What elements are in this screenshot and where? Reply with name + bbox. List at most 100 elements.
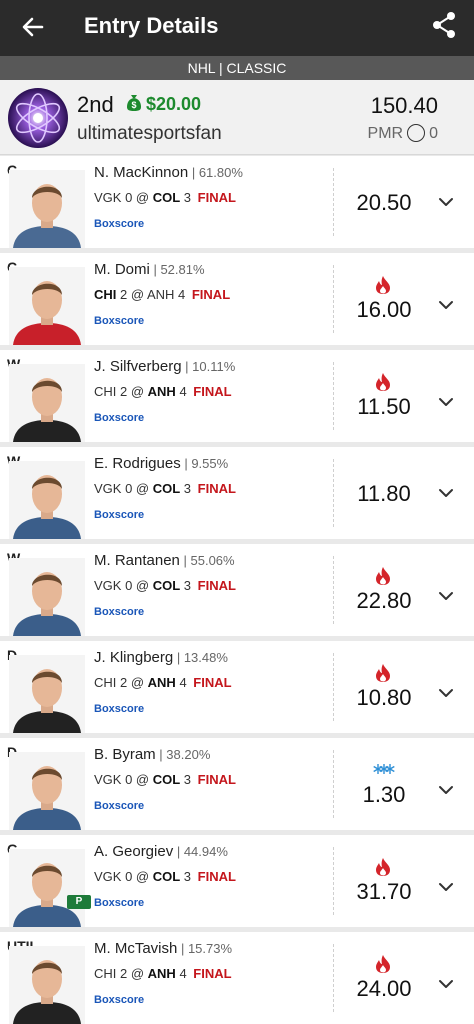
chevron-down-icon[interactable]: [436, 295, 456, 315]
divider: [333, 168, 334, 236]
score-home: 3: [180, 578, 195, 593]
ownership-separator: |: [173, 650, 184, 665]
player-name: M. McTavish: [94, 940, 178, 957]
boxscore-link[interactable]: Boxscore: [94, 315, 144, 327]
score-home: 3: [180, 772, 195, 787]
player-row[interactable]: GPA. Georgiev | 44.94%VGK 0 @ COL 3 FINA…: [0, 835, 474, 927]
fantasy-points: 31.70: [356, 879, 412, 904]
boxscore-link[interactable]: Boxscore: [94, 897, 144, 909]
player-row[interactable]: CM. Domi | 52.81%CHI 2 @ ANH 4 FINALBoxs…: [0, 253, 474, 345]
chevron-down-icon[interactable]: [436, 683, 456, 703]
player-row[interactable]: WM. Rantanen | 55.06%VGK 0 @ COL 3 FINAL…: [0, 544, 474, 636]
chevron-down-icon[interactable]: [436, 974, 456, 994]
player-photo: [9, 267, 85, 345]
divider: [333, 847, 334, 915]
game-status: FINAL: [197, 772, 236, 787]
top-app-bar: Entry Details: [0, 0, 474, 56]
team-home: COL: [152, 869, 181, 884]
player-photo: [9, 170, 85, 248]
contest-type-bar: NHL | CLASSIC: [0, 56, 474, 80]
divider: [333, 459, 334, 527]
team-home: COL: [152, 190, 181, 205]
player-name: E. Rodrigues: [94, 455, 181, 472]
score-away: 0 @: [121, 869, 153, 884]
divider: [333, 556, 334, 624]
game-status: FINAL: [193, 675, 232, 690]
game-score: CHI 2 @ ANH 4 FINAL: [94, 966, 232, 981]
boxscore-link[interactable]: Boxscore: [94, 218, 144, 230]
page-title: Entry Details: [84, 13, 219, 38]
boxscore-link[interactable]: Boxscore: [94, 703, 144, 715]
player-photo: [9, 946, 85, 1024]
ownership-percent: 61.80%: [198, 165, 243, 180]
team-away: VGK: [94, 481, 122, 496]
player-row[interactable]: UTILM. McTavish | 15.73%CHI 2 @ ANH 4 FI…: [0, 932, 474, 1024]
ownership-percent: 15.73%: [187, 941, 233, 956]
entry-total-score: 150.40: [370, 93, 438, 118]
chevron-down-icon[interactable]: [436, 192, 456, 212]
chevron-down-icon[interactable]: [436, 780, 456, 800]
pmr-label: PMR: [367, 125, 404, 142]
team-away: CHI: [94, 287, 117, 302]
fantasy-points: 1.30: [362, 782, 406, 807]
ownership-percent: 9.55%: [191, 456, 229, 471]
ownership-percent: 52.81%: [160, 262, 205, 277]
ownership-percent: 38.20%: [166, 747, 211, 762]
score-away: 2 @: [116, 384, 148, 399]
player-name-line: N. MacKinnon | 61.80%: [94, 164, 243, 181]
avatar: [8, 88, 68, 148]
team-away: VGK: [94, 578, 122, 593]
back-arrow-icon[interactable]: [18, 12, 48, 42]
ownership-separator: |: [181, 359, 193, 374]
boxscore-link[interactable]: Boxscore: [94, 994, 144, 1006]
fire-icon: [376, 567, 390, 585]
game-status: FINAL: [193, 384, 232, 399]
team-home: COL: [152, 481, 181, 496]
player-row[interactable]: DB. Byram | 38.20%VGK 0 @ COL 3 FINALBox…: [0, 738, 474, 830]
fire-icon: [376, 858, 390, 876]
boxscore-link[interactable]: Boxscore: [94, 606, 144, 618]
game-status: FINAL: [197, 578, 236, 593]
boxscore-link[interactable]: Boxscore: [94, 509, 144, 521]
share-icon[interactable]: [430, 10, 458, 40]
score-away: 0 @: [121, 772, 153, 787]
chevron-down-icon[interactable]: [436, 877, 456, 897]
fantasy-points: 11.80: [357, 481, 411, 506]
pmr-circle-icon: [407, 124, 426, 142]
entry-prize: $ $20.00: [126, 94, 201, 115]
score-away: 0 @: [121, 190, 153, 205]
fantasy-points: 10.80: [356, 685, 412, 710]
fire-icon: [376, 955, 390, 973]
score-home: 4: [175, 384, 191, 399]
ownership-percent: 44.94%: [183, 844, 228, 859]
player-row[interactable]: DJ. Klingberg | 13.48%CHI 2 @ ANH 4 FINA…: [0, 641, 474, 733]
entry-username: ultimatesportsfan: [77, 123, 222, 144]
player-row[interactable]: WJ. Silfverberg | 10.11%CHI 2 @ ANH 4 FI…: [0, 350, 474, 442]
player-name-line: A. Georgiev | 44.94%: [94, 843, 228, 860]
chevron-down-icon[interactable]: [436, 586, 456, 606]
fantasy-points: 11.50: [357, 394, 411, 419]
score-away: 2 @: [116, 966, 148, 981]
team-away: CHI: [94, 384, 117, 399]
player-row[interactable]: WE. Rodrigues | 9.55%VGK 0 @ COL 3 FINAL…: [0, 447, 474, 539]
player-name: M. Domi: [94, 261, 150, 278]
chevron-down-icon[interactable]: [436, 483, 456, 503]
player-name-line: M. Rantanen | 55.06%: [94, 552, 235, 569]
boxscore-link[interactable]: Boxscore: [94, 800, 144, 812]
team-away: VGK: [94, 869, 122, 884]
fantasy-points: 24.00: [356, 976, 412, 1001]
player-row[interactable]: CN. MacKinnon | 61.80%VGK 0 @ COL 3 FINA…: [0, 156, 474, 248]
ownership-separator: |: [180, 456, 192, 471]
game-status: FINAL: [191, 287, 231, 302]
player-name-line: M. McTavish | 15.73%: [94, 940, 232, 957]
ownership-separator: |: [188, 165, 199, 180]
player-name: J. Silfverberg: [94, 358, 182, 375]
player-name-line: E. Rodrigues | 9.55%: [94, 455, 228, 472]
player-name-line: B. Byram | 38.20%: [94, 746, 210, 763]
boxscore-link[interactable]: Boxscore: [94, 412, 144, 424]
player-name: B. Byram: [94, 746, 156, 763]
game-status: FINAL: [197, 481, 236, 496]
chevron-down-icon[interactable]: [436, 392, 456, 412]
team-away: VGK: [94, 772, 122, 787]
fantasy-points: 20.50: [356, 190, 412, 215]
